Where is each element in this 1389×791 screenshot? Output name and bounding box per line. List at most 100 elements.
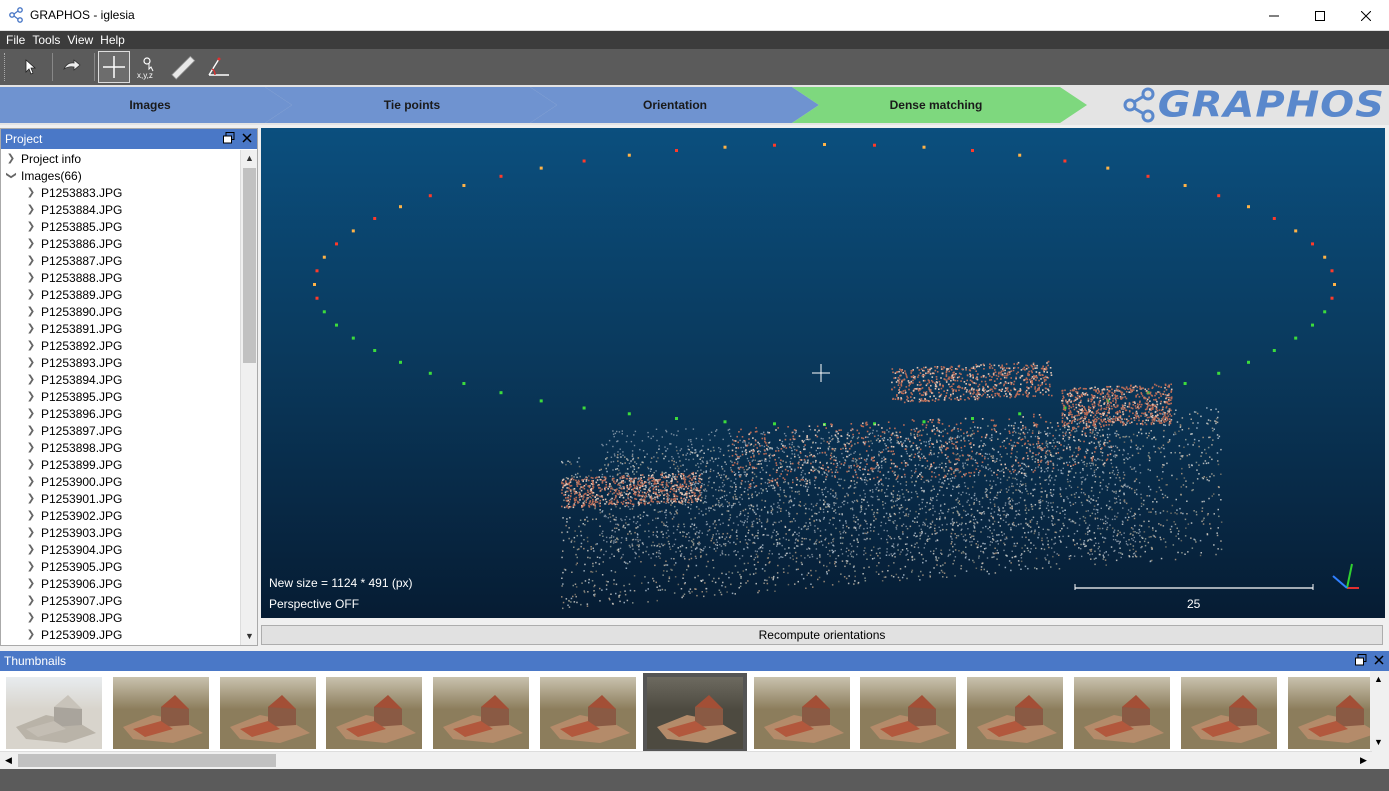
expand-arrow-icon[interactable]: ❯ bbox=[25, 289, 37, 300]
expand-arrow-icon[interactable]: ❯ bbox=[25, 187, 37, 198]
thumbnail-image[interactable] bbox=[1074, 677, 1170, 749]
toolbar-grip[interactable] bbox=[4, 53, 8, 81]
expand-arrow-icon[interactable]: ❯ bbox=[25, 408, 37, 419]
scroll-left-arrow-icon[interactable]: ◀ bbox=[0, 752, 17, 769]
tree-item-image[interactable]: ❯ P1253899.JPG bbox=[1, 456, 240, 473]
scroll-up-arrow-icon[interactable]: ▲ bbox=[1370, 671, 1387, 688]
tree-item-image[interactable]: ❯ P1253907.JPG bbox=[1, 592, 240, 609]
expand-arrow-icon[interactable]: ❯ bbox=[25, 255, 37, 266]
expand-arrow-icon[interactable]: ❯ bbox=[25, 204, 37, 215]
thumbnails-horizontal-scrollbar[interactable]: ◀ ▶ bbox=[0, 751, 1372, 768]
point-coordinates-tool-button[interactable]: x,y,z bbox=[133, 51, 165, 83]
float-panel-icon[interactable] bbox=[1355, 654, 1367, 666]
tree-item-image[interactable]: ❯ P1253898.JPG bbox=[1, 439, 240, 456]
tree-item-image[interactable]: ❯ P1253883.JPG bbox=[1, 184, 240, 201]
expand-arrow-icon[interactable]: ❯ bbox=[25, 425, 37, 436]
measure-distance-tool-button[interactable] bbox=[168, 51, 200, 83]
expand-arrow-icon[interactable]: ❯ bbox=[25, 459, 37, 470]
thumbnail-image[interactable] bbox=[6, 677, 102, 749]
select-tool-button[interactable] bbox=[14, 51, 46, 83]
tree-item-image[interactable]: ❯ P1253884.JPG bbox=[1, 201, 240, 218]
tree-item-image[interactable]: ❯ P1253906.JPG bbox=[1, 575, 240, 592]
expand-arrow-icon[interactable]: ❯ bbox=[25, 629, 37, 640]
tree-item-image[interactable]: ❯ P1253887.JPG bbox=[1, 252, 240, 269]
step-tie-points[interactable]: Tie points bbox=[282, 87, 542, 123]
expand-arrow-icon[interactable]: ❯ bbox=[25, 374, 37, 385]
expand-arrow-icon[interactable]: ❯ bbox=[5, 153, 17, 164]
thumbnail-image[interactable] bbox=[753, 677, 850, 749]
expand-arrow-icon[interactable]: ❯ bbox=[25, 323, 37, 334]
crosshair-tool-button[interactable] bbox=[98, 51, 130, 83]
step-images[interactable]: Images bbox=[20, 87, 280, 123]
expand-arrow-icon[interactable]: ❯ bbox=[25, 595, 37, 606]
step-orientation[interactable]: Orientation bbox=[545, 87, 805, 123]
expand-arrow-icon[interactable]: ❯ bbox=[25, 476, 37, 487]
thumbnail-image[interactable] bbox=[1287, 677, 1372, 749]
scroll-right-arrow-icon[interactable]: ▶ bbox=[1355, 752, 1372, 769]
tree-item-image[interactable]: ❯ P1253902.JPG bbox=[1, 507, 240, 524]
tree-item-image[interactable]: ❯ P1253903.JPG bbox=[1, 524, 240, 541]
scrollbar-thumb[interactable] bbox=[18, 754, 276, 767]
menu-file[interactable]: File bbox=[3, 33, 28, 47]
tree-item-image[interactable]: ❯ P1253885.JPG bbox=[1, 218, 240, 235]
expand-arrow-icon[interactable]: ❯ bbox=[25, 357, 37, 368]
scrollbar-thumb[interactable] bbox=[243, 168, 256, 363]
project-vertical-scrollbar[interactable]: ▲ ▼ bbox=[240, 150, 257, 645]
tree-item-image[interactable]: ❯ P1253908.JPG bbox=[1, 609, 240, 626]
expand-arrow-icon[interactable]: ❯ bbox=[25, 340, 37, 351]
menu-tools[interactable]: Tools bbox=[29, 33, 63, 47]
point-cloud-viewer[interactable]: New size = 1124 * 491 (px) Perspective O… bbox=[261, 128, 1385, 618]
tree-item-image[interactable]: ❯ P1253893.JPG bbox=[1, 354, 240, 371]
menu-help[interactable]: Help bbox=[97, 33, 128, 47]
thumbnail-image[interactable] bbox=[860, 677, 957, 749]
expand-arrow-icon[interactable]: ❯ bbox=[25, 442, 37, 453]
tree-item-image[interactable]: ❯ P1253890.JPG bbox=[1, 303, 240, 320]
thumbnails-vertical-scrollbar[interactable]: ▲ ▼ bbox=[1370, 671, 1387, 751]
expand-arrow-icon[interactable]: ❯ bbox=[25, 561, 37, 572]
expand-arrow-icon[interactable]: ❯ bbox=[25, 306, 37, 317]
close-panel-icon[interactable] bbox=[241, 132, 253, 144]
tree-item-project-info[interactable]: ❯ Project info bbox=[1, 150, 240, 167]
menu-view[interactable]: View bbox=[64, 33, 96, 47]
expand-arrow-icon[interactable]: ❯ bbox=[25, 493, 37, 504]
recompute-orientations-button[interactable]: Recompute orientations bbox=[261, 625, 1383, 645]
tree-item-image[interactable]: ❯ P1253901.JPG bbox=[1, 490, 240, 507]
tree-item-image[interactable]: ❯ P1253891.JPG bbox=[1, 320, 240, 337]
close-panel-icon[interactable] bbox=[1373, 654, 1385, 666]
expand-arrow-icon[interactable]: ❯ bbox=[25, 612, 37, 623]
tree-item-image[interactable]: ❯ P1253886.JPG bbox=[1, 235, 240, 252]
tree-item-image[interactable]: ❯ P1253892.JPG bbox=[1, 337, 240, 354]
expand-arrow-icon[interactable]: ❯ bbox=[25, 391, 37, 402]
tree-item-image[interactable]: ❯ P1253900.JPG bbox=[1, 473, 240, 490]
tree-item-image[interactable]: ❯ P1253905.JPG bbox=[1, 558, 240, 575]
expand-arrow-icon[interactable]: ❯ bbox=[25, 238, 37, 249]
thumbnail-image[interactable] bbox=[112, 677, 209, 749]
maximize-button[interactable] bbox=[1297, 0, 1343, 31]
collapse-arrow-icon[interactable]: ❯ bbox=[6, 170, 17, 182]
expand-arrow-icon[interactable]: ❯ bbox=[25, 510, 37, 521]
expand-arrow-icon[interactable]: ❯ bbox=[25, 221, 37, 232]
thumbnail-image[interactable] bbox=[326, 677, 423, 749]
point-cloud-canvas[interactable] bbox=[261, 128, 1385, 618]
tree-item-image[interactable]: ❯ P1253889.JPG bbox=[1, 286, 240, 303]
step-dense-matching[interactable]: Dense matching bbox=[806, 87, 1066, 123]
tree-item-image[interactable]: ❯ P1253896.JPG bbox=[1, 405, 240, 422]
expand-arrow-icon[interactable]: ❯ bbox=[25, 578, 37, 589]
scroll-up-arrow-icon[interactable]: ▲ bbox=[241, 150, 258, 167]
tree-item-image[interactable]: ❯ P1253894.JPG bbox=[1, 371, 240, 388]
thumbnail-image[interactable] bbox=[540, 677, 636, 749]
scroll-down-arrow-icon[interactable]: ▼ bbox=[241, 628, 258, 645]
thumbnail-image[interactable] bbox=[1180, 677, 1277, 749]
rotate-tool-button[interactable] bbox=[56, 51, 88, 83]
tree-item-image[interactable]: ❯ P1253895.JPG bbox=[1, 388, 240, 405]
expand-arrow-icon[interactable]: ❯ bbox=[25, 544, 37, 555]
close-button[interactable] bbox=[1343, 0, 1389, 31]
tree-item-image[interactable]: ❯ P1253897.JPG bbox=[1, 422, 240, 439]
thumbnail-image[interactable] bbox=[219, 677, 316, 749]
measure-angle-tool-button[interactable] bbox=[203, 51, 235, 83]
expand-arrow-icon[interactable]: ❯ bbox=[25, 272, 37, 283]
scroll-down-arrow-icon[interactable]: ▼ bbox=[1370, 734, 1387, 751]
thumbnail-image[interactable] bbox=[642, 673, 747, 751]
tree-item-image[interactable]: ❯ P1253888.JPG bbox=[1, 269, 240, 286]
minimize-button[interactable] bbox=[1251, 0, 1297, 31]
